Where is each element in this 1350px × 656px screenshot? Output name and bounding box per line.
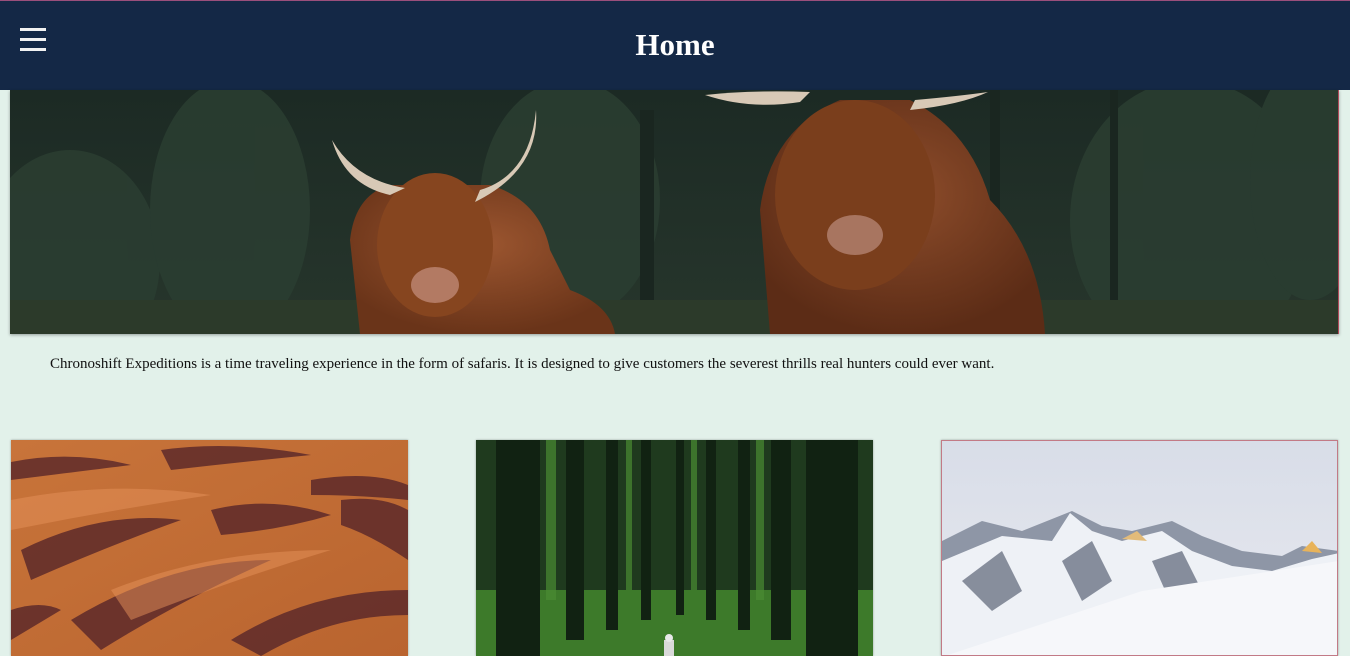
card-forest-image[interactable] [476,440,873,656]
intro-paragraph: Chronoshift Expeditions is a time travel… [50,356,995,372]
page-title: Home [635,27,715,62]
top-header: Home [0,0,1350,90]
hero-image [10,90,1339,334]
card-desert-image[interactable] [11,440,408,656]
card-mountains-image[interactable] [941,440,1338,656]
